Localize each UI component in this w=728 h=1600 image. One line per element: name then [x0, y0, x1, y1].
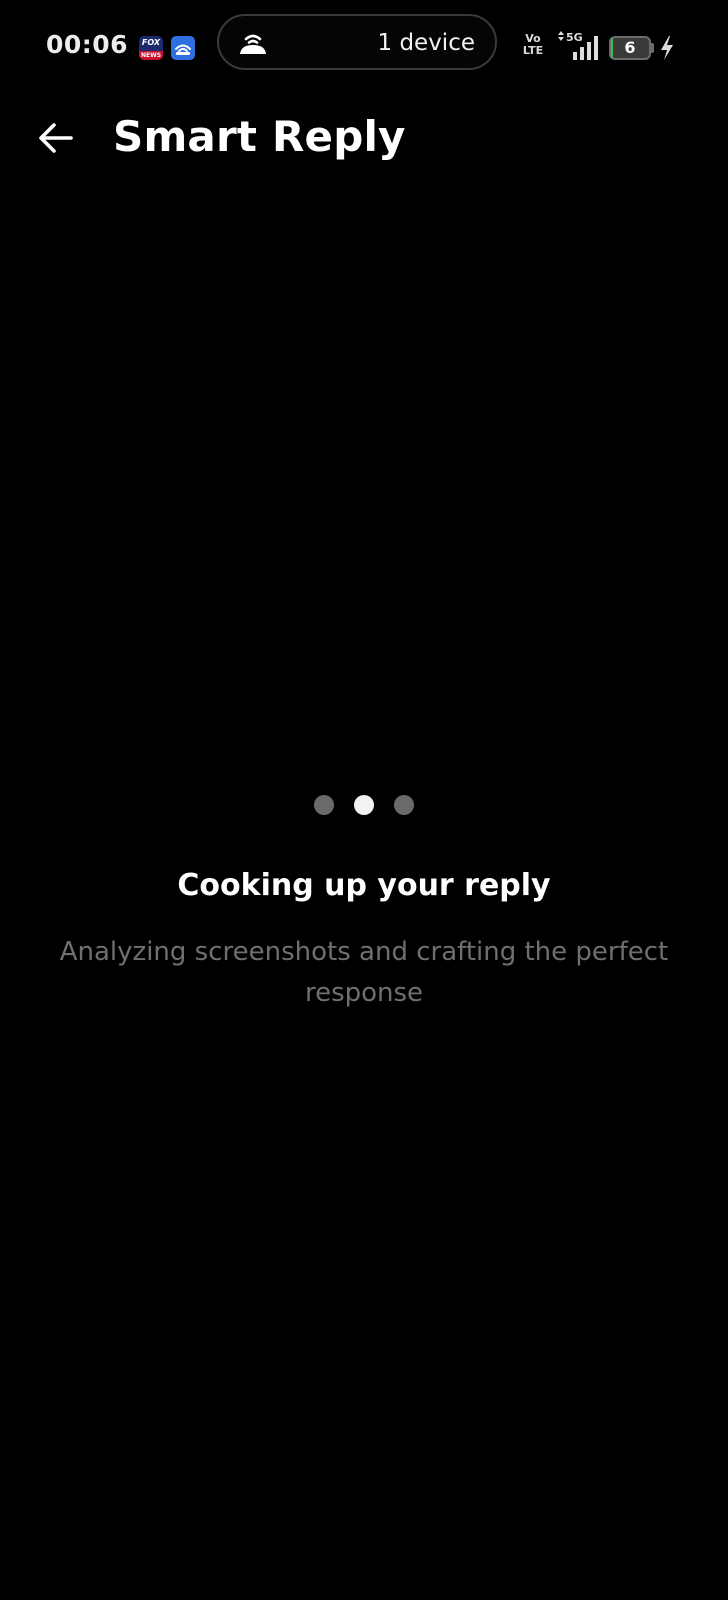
- loading-dot-active: [354, 795, 374, 815]
- status-bar: 00:06 FOX NEWS 1 device Vo LTE 5G 6: [0, 0, 728, 90]
- status-time: 00:06: [46, 30, 129, 59]
- hotspot-device-count: 1 device: [377, 30, 476, 56]
- hotspot-app-icon: [171, 36, 195, 60]
- loading-subtitle: Analyzing screenshots and crafting the p…: [59, 937, 669, 1008]
- battery-cap: [651, 43, 654, 53]
- loading-dot: [314, 795, 334, 815]
- network-type-label: 5G: [566, 31, 583, 44]
- back-button[interactable]: [30, 112, 82, 164]
- battery-level: 6: [624, 38, 636, 57]
- charging-icon: [661, 36, 673, 60]
- loading-title: Cooking up your reply: [177, 868, 551, 903]
- app-bar: Smart Reply: [0, 98, 728, 178]
- loading-dots: [0, 795, 728, 815]
- volte-bottom: LTE: [522, 44, 544, 57]
- arrow-left-icon: [39, 123, 73, 153]
- volte-icon: Vo LTE: [522, 33, 544, 57]
- fox-news-logo-top: FOX: [141, 38, 161, 47]
- fox-news-logo-bottom: NEWS: [139, 51, 163, 60]
- loading-dot: [394, 795, 414, 815]
- hotspot-icon: [240, 34, 266, 54]
- fox-news-icon: FOX NEWS: [139, 36, 163, 60]
- hotspot-status-pill[interactable]: 1 device: [217, 14, 497, 70]
- page-title: Smart Reply: [113, 112, 406, 161]
- battery-icon: 6: [609, 36, 651, 60]
- signal-5g-icon: 5G: [558, 31, 598, 60]
